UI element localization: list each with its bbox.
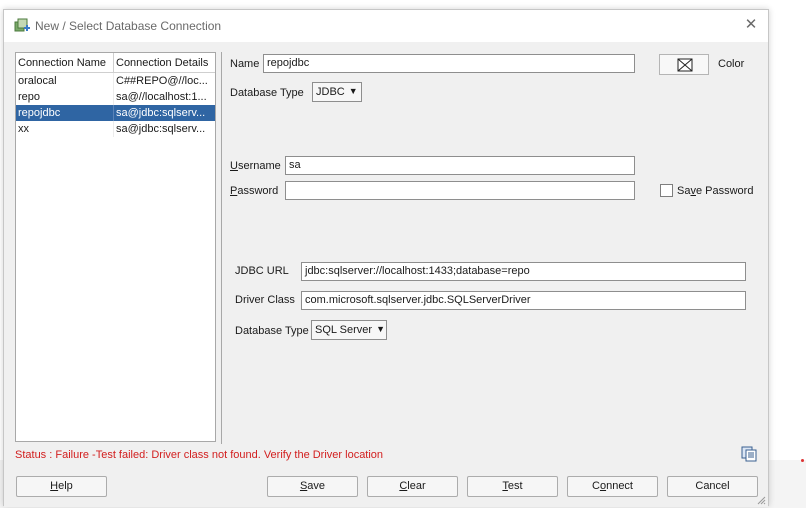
jdbc-url-label: JDBC URL	[235, 265, 289, 277]
db-connection-icon	[14, 18, 30, 32]
connection-details-cell: C##REPO@//loc...	[116, 75, 208, 87]
dialog-title: New / Select Database Connection	[35, 19, 222, 33]
resize-grip-icon[interactable]	[756, 495, 766, 505]
connection-details-cell: sa@//localhost:1...	[116, 91, 207, 103]
username-field[interactable]: sa	[285, 156, 635, 175]
connect-button[interactable]: Connect	[567, 476, 658, 497]
connection-name-cell: oralocal	[16, 73, 114, 89]
database-type-select[interactable]: JDBC ▼	[312, 82, 362, 102]
connection-details-cell: sa@jdbc:sqlserv...	[116, 123, 206, 135]
save-password-checkbox[interactable]	[660, 184, 673, 197]
table-row-selected[interactable]: repojdbc sa@jdbc:sqlserv...	[16, 105, 215, 121]
chevron-down-icon: ▼	[376, 324, 385, 334]
cancel-button[interactable]: Cancel	[667, 476, 758, 497]
save-password-label[interactable]: Save Password	[677, 185, 753, 197]
title-bar[interactable]: New / Select Database Connection ✕	[4, 10, 768, 42]
connection-details-cell: sa@jdbc:sqlserv...	[116, 107, 206, 119]
connection-table-header: Connection Name Connection Details	[16, 53, 215, 73]
password-label-rest: assword	[237, 185, 279, 197]
color-swatch-icon	[677, 58, 693, 72]
connection-table: Connection Name Connection Details oralo…	[15, 52, 216, 442]
help-button[interactable]: Help	[16, 476, 107, 497]
test-button[interactable]: Test	[467, 476, 558, 497]
driver-class-field[interactable]: com.microsoft.sqlserver.jdbc.SQLServerDr…	[301, 291, 746, 310]
username-label-rest: sername	[237, 160, 281, 172]
name-label: Name	[230, 58, 260, 70]
clear-button[interactable]: Clear	[367, 476, 458, 497]
status-message: Status : Failure -Test failed: Driver cl…	[15, 449, 384, 461]
color-label: Color	[718, 58, 745, 70]
panel-divider	[221, 52, 222, 444]
column-header-connection-name[interactable]: Connection Name	[16, 53, 114, 72]
connection-name-cell: xx	[16, 121, 114, 137]
database-type-label: Database Type	[230, 87, 304, 99]
color-button[interactable]	[659, 54, 709, 75]
connection-name-cell: repo	[16, 89, 114, 105]
password-label: Password	[230, 185, 279, 197]
jdbc-url-field[interactable]: jdbc:sqlserver://localhost:1433;database…	[301, 262, 746, 281]
table-row[interactable]: xx sa@jdbc:sqlserv...	[16, 121, 215, 137]
jdbc-database-type-select[interactable]: SQL Server ▼	[311, 320, 387, 340]
table-row[interactable]: repo sa@//localhost:1...	[16, 89, 215, 105]
connection-name-cell: repojdbc	[16, 105, 114, 121]
chevron-down-icon: ▼	[348, 86, 358, 96]
connection-dialog: New / Select Database Connection ✕ Conne…	[3, 9, 769, 507]
table-row[interactable]: oralocal C##REPO@//loc...	[16, 73, 215, 89]
name-field[interactable]: repojdbc	[263, 54, 635, 73]
copy-icon[interactable]	[741, 446, 757, 462]
column-header-connection-details[interactable]: Connection Details	[114, 53, 215, 72]
background-marker	[801, 459, 804, 462]
save-button[interactable]: Save	[267, 476, 358, 497]
jdbc-database-type-value: SQL Server	[315, 324, 373, 336]
driver-class-label: Driver Class	[235, 294, 295, 306]
dialog-body: Connection Name Connection Details oralo…	[4, 42, 768, 507]
close-icon[interactable]: ✕	[742, 16, 760, 34]
username-label: Username	[230, 160, 281, 172]
jdbc-database-type-label: Database Type	[235, 325, 309, 337]
database-type-value: JDBC	[316, 86, 345, 98]
password-field[interactable]	[285, 181, 635, 200]
